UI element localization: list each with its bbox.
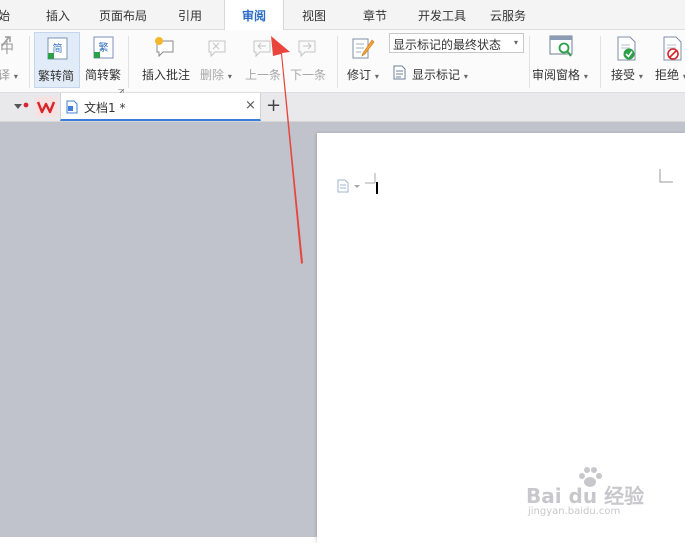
delete-comment-icon: [206, 37, 228, 62]
document-tab-bar: 文档1 * × +: [0, 93, 685, 122]
wps-logo-icon[interactable]: [35, 97, 57, 120]
track-changes-label: 修订 ▾: [347, 68, 379, 82]
previous-comment-icon: [251, 37, 273, 62]
review-pane-icon: [549, 35, 575, 62]
baidu-jingyan-watermark: Bai du 经验 jingyan.baidu.com: [522, 462, 672, 522]
markup-select-value: 显示标记的最终状态: [393, 38, 502, 52]
document-tab-title: 文档1 *: [84, 101, 126, 115]
reject-label: 拒绝 ▾: [655, 68, 685, 82]
trad-to-simp-button[interactable]: 简 繁转简: [34, 32, 80, 88]
tab-developer[interactable]: 开发工具: [418, 0, 466, 30]
show-markup-label: 显示标记 ▾: [412, 68, 468, 82]
tab-view[interactable]: 视图: [302, 0, 326, 30]
ribbon-separator: [128, 36, 129, 88]
menu-bar: 始 插入 页面布局 引用 审阅 视图 章节 开发工具 云服务: [0, 0, 685, 31]
simp-to-trad-label: 简转繁: [85, 68, 122, 82]
ribbon-separator: [529, 36, 530, 88]
show-markup-icon: [393, 65, 406, 83]
tab-cloud-service[interactable]: 云服务: [490, 0, 526, 30]
next-label: 下一条: [290, 68, 327, 82]
paragraph-layout-icon[interactable]: [337, 179, 361, 196]
ribbon-separator: [337, 36, 338, 88]
track-changes-icon: [351, 36, 375, 63]
delete-label: 删除 ▾: [200, 68, 232, 82]
chevron-down-icon: ▾: [514, 38, 519, 47]
margin-corner-mark: [659, 169, 673, 186]
text-cursor: [365, 173, 383, 198]
tab-insert[interactable]: 插入: [46, 0, 70, 30]
trad-to-simp-label: 繁转简: [38, 69, 75, 83]
document-tab[interactable]: 文档1 * ×: [60, 93, 261, 121]
translate-label-partial: 译 ▾: [0, 68, 18, 82]
accept-label: 接受 ▾: [611, 68, 643, 82]
document-icon: [66, 100, 78, 117]
watermark-url: jingyan.baidu.com: [528, 506, 621, 517]
watermark-brand: Bai du 经验: [526, 484, 645, 508]
new-tab-button[interactable]: +: [266, 95, 281, 116]
ribbon-separator: [29, 36, 30, 88]
tab-start-partial[interactable]: 始: [0, 0, 10, 30]
previous-label: 上一条: [245, 68, 282, 82]
insert-comment-label: 插入批注: [142, 68, 191, 82]
markup-display-select[interactable]: 显示标记的最终状态 ▾: [389, 33, 524, 53]
next-comment-icon: [296, 37, 318, 62]
quick-access-dropdown-icon[interactable]: [14, 102, 30, 117]
insert-comment-icon: [154, 37, 176, 62]
reject-icon: [662, 36, 684, 65]
review-pane-label: 审阅窗格 ▾: [532, 68, 588, 82]
trad-to-simp-icon: 简: [47, 37, 69, 64]
translate-big-char: 中: [0, 41, 14, 57]
tab-page-layout[interactable]: 页面布局: [99, 0, 147, 30]
tab-references[interactable]: 引用: [178, 0, 202, 30]
ribbon-separator: [600, 36, 601, 88]
accept-icon: [616, 36, 638, 65]
tab-section[interactable]: 章节: [363, 0, 387, 30]
simp-to-trad-icon: 繁: [93, 36, 115, 63]
ribbon-toolbar: 中 译 ▾ 简 繁转简 繁 简转繁 插入批注 删除 ▾ 上一条 下一条 修订 ▾…: [0, 30, 685, 95]
close-tab-icon[interactable]: ×: [245, 98, 256, 113]
tab-review[interactable]: 审阅: [224, 0, 285, 31]
